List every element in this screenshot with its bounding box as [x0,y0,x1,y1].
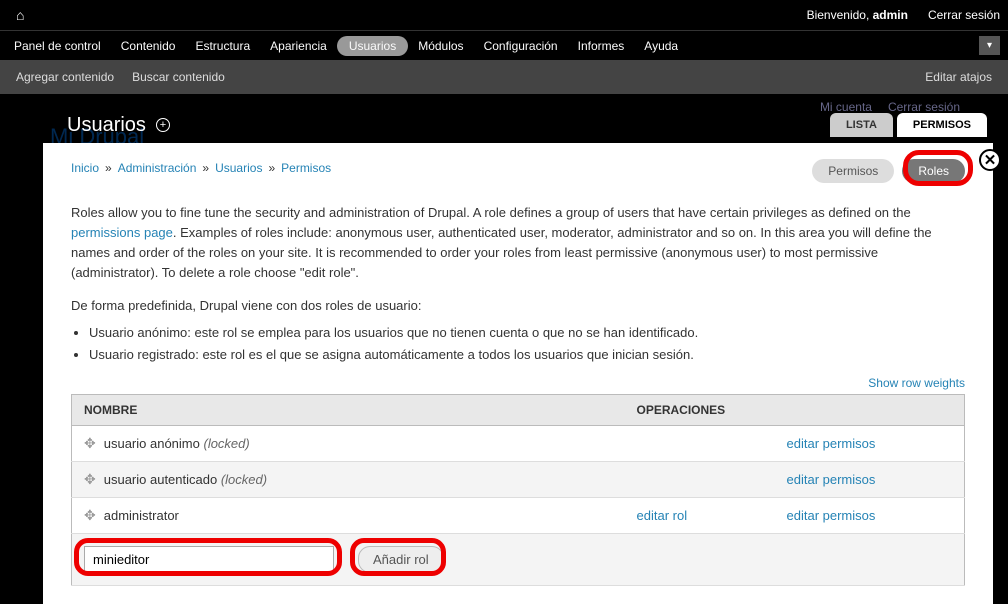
shortcut-bar: Agregar contenido Buscar contenido Edita… [0,60,1008,94]
edit-perms-link[interactable]: editar permisos [787,436,876,451]
edit-shortcuts[interactable]: Editar atajos [925,70,992,84]
home-icon[interactable]: ⌂ [16,7,24,23]
col-nombre: NOMBRE [72,394,625,425]
overlay-panel: Usuarios + LISTA PERMISOS ✕ Inicio» Admi… [43,107,993,604]
drag-handle-icon[interactable]: ✥ [84,435,96,451]
add-shortcut-icon[interactable]: + [156,118,170,132]
welcome-text: Bienvenido, admin [807,8,908,22]
subtab-roles[interactable]: Roles [902,159,965,183]
show-row-weights-link[interactable]: Show row weights [868,376,965,390]
menu-modulos[interactable]: Módulos [408,34,473,58]
admin-menu: Panel de control Contenido Estructura Ap… [0,30,1008,60]
menu-informes[interactable]: Informes [568,34,635,58]
subtab-permisos[interactable]: Permisos [812,159,894,183]
menu-panel-control[interactable]: Panel de control [4,34,111,58]
permissions-page-link[interactable]: permissions page [71,225,173,240]
list-item: Usuario registrado: este rol es el que s… [89,345,965,365]
add-role-button[interactable]: Añadir rol [358,546,444,573]
menu-ayuda[interactable]: Ayuda [634,34,688,58]
shortcut-add-content[interactable]: Agregar contenido [16,70,114,84]
table-row: ✥administrator editar rol editar permiso… [72,497,965,533]
menu-apariencia[interactable]: Apariencia [260,34,337,58]
logout-link[interactable]: Cerrar sesión [928,8,1000,22]
drag-handle-icon[interactable]: ✥ [84,507,96,523]
shortcut-search-content[interactable]: Buscar contenido [132,70,225,84]
menu-estructura[interactable]: Estructura [185,34,260,58]
intro-text: Roles allow you to fine tune the securit… [71,203,965,284]
menu-usuarios[interactable]: Usuarios [337,36,408,56]
list-item: Usuario anónimo: este rol se emplea para… [89,323,965,343]
menu-contenido[interactable]: Contenido [111,34,186,58]
role-name-input[interactable] [84,546,334,573]
edit-perms-link[interactable]: editar permisos [787,508,876,523]
edit-role-link[interactable]: editar rol [637,508,688,523]
roles-table: NOMBRE OPERACIONES ✥usuario anónimo (loc… [71,394,965,586]
drag-handle-icon[interactable]: ✥ [84,471,96,487]
page-title: Usuarios + [43,114,170,137]
dropdown-icon[interactable]: ▾ [979,36,1000,55]
col-operaciones: OPERACIONES [625,394,965,425]
default-roles-list: Usuario anónimo: este rol se emplea para… [89,323,965,365]
close-icon[interactable]: ✕ [979,149,1001,171]
default-roles-text: De forma predefinida, Drupal viene con d… [71,298,965,313]
admin-topbar: ⌂ Bienvenido, admin Cerrar sesión [0,0,1008,30]
add-role-row: Añadir rol [72,533,965,585]
table-row: ✥usuario anónimo (locked) editar permiso… [72,425,965,461]
tab-lista[interactable]: LISTA [830,113,893,137]
table-row: ✥usuario autenticado (locked) editar per… [72,461,965,497]
edit-perms-link[interactable]: editar permisos [787,472,876,487]
menu-configuracion[interactable]: Configuración [474,34,568,58]
tab-permisos[interactable]: PERMISOS [897,113,987,137]
